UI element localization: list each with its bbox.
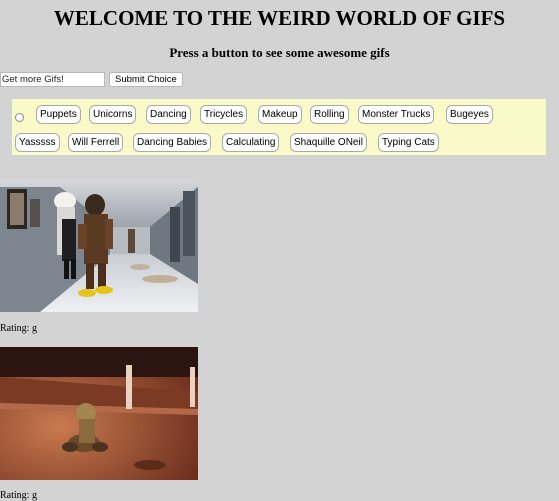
topic-button-makeup[interactable]: Makeup — [258, 105, 302, 124]
gif-rating: Rating: g — [0, 490, 37, 501]
topic-button-puppets[interactable]: Puppets — [36, 105, 81, 124]
page-title: WELCOME TO THE WEIRD WORLD OF GIFS — [53, 6, 506, 30]
topic-button-yasssss[interactable]: Yasssss — [15, 133, 60, 152]
topic-button-calculating[interactable]: Calculating — [222, 133, 280, 152]
topic-button-rolling[interactable]: Rolling — [310, 105, 349, 124]
topic-button-monster-trucks[interactable]: Monster Trucks — [358, 105, 435, 124]
add-topic-form: Submit Choice — [0, 72, 183, 87]
radio-button[interactable] — [15, 113, 24, 122]
gif-image-hallway-dance[interactable] — [0, 179, 198, 312]
topic-buttons-panel: Puppets Unicorns Dancing Tricycles Makeu… — [12, 99, 546, 155]
topic-search-input[interactable] — [0, 72, 105, 87]
gif-image-rolling-dog[interactable] — [0, 347, 198, 480]
topic-button-dancing-babies[interactable]: Dancing Babies — [133, 133, 212, 152]
page-subtitle: Press a button to see some awesome gifs — [169, 45, 390, 60]
topic-button-shaquille-oneil[interactable]: Shaquille ONeil — [290, 133, 367, 152]
topic-button-dancing[interactable]: Dancing — [146, 105, 191, 124]
topic-button-bugeyes[interactable]: Bugeyes — [446, 105, 493, 124]
topic-button-unicorns[interactable]: Unicorns — [89, 105, 137, 124]
topic-button-tricycles[interactable]: Tricycles — [200, 105, 248, 124]
submit-choice-button[interactable]: Submit Choice — [109, 72, 183, 87]
topic-button-typing-cats[interactable]: Typing Cats — [378, 133, 439, 152]
gif-rating: Rating: g — [0, 323, 37, 334]
topic-button-will-ferrell[interactable]: Will Ferrell — [68, 133, 124, 152]
